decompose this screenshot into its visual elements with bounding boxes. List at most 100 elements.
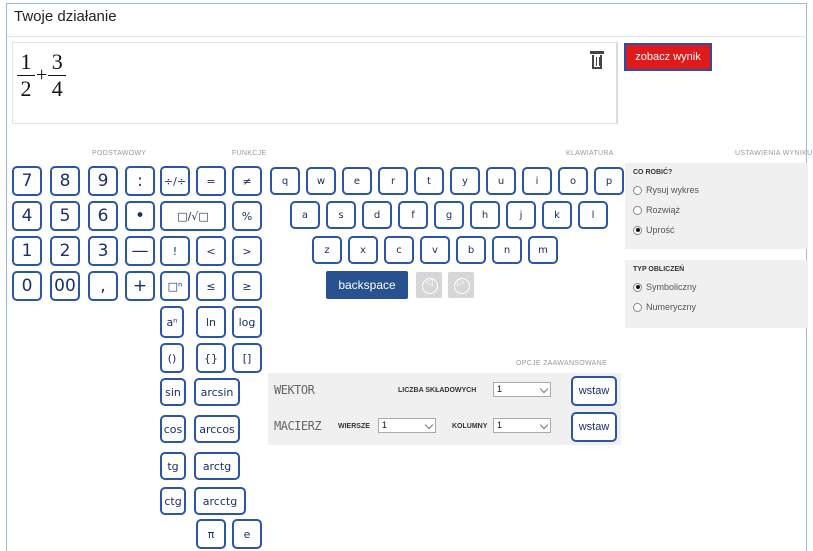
function-key[interactable]: cos (160, 415, 186, 443)
basic-key[interactable]: 6 (88, 201, 118, 231)
letter-key[interactable]: k (542, 201, 572, 229)
basic-key[interactable]: 00 (50, 271, 80, 301)
function-key[interactable]: = (196, 166, 226, 196)
letter-key[interactable]: i (522, 167, 552, 195)
radio-option[interactable]: Symboliczny (633, 277, 800, 297)
function-key[interactable]: sin (160, 378, 186, 406)
function-key[interactable]: □ⁿ (160, 271, 190, 301)
function-key[interactable]: ÷/÷ (160, 166, 190, 196)
expression-input[interactable]: 1 2 +3 4 (12, 42, 617, 124)
basic-key[interactable]: 7 (12, 166, 42, 196)
radio-button-icon[interactable] (633, 225, 642, 235)
matrix-insert-button[interactable]: wstaw (571, 412, 617, 442)
cursor-right-button[interactable]: ▷ (448, 272, 474, 298)
basic-key[interactable]: 5 (50, 201, 80, 231)
letter-key[interactable]: f (398, 201, 428, 229)
function-key[interactable]: ≠ (232, 166, 262, 196)
basic-key[interactable]: 4 (12, 201, 42, 231)
section-functions-label: FUNKCJE (232, 150, 267, 157)
basic-key[interactable]: 3 (88, 236, 118, 266)
trash-icon[interactable] (590, 51, 604, 69)
radio-option[interactable]: Uprość (633, 220, 800, 240)
radio-button-icon[interactable] (633, 302, 642, 312)
letter-key[interactable]: u (486, 167, 516, 195)
radio-button-icon[interactable] (633, 185, 642, 195)
function-key-label: > (242, 244, 252, 258)
radio-button-icon[interactable] (633, 282, 642, 292)
function-key[interactable]: ctg (160, 487, 186, 515)
basic-key[interactable]: + (125, 271, 155, 301)
function-key[interactable]: tg (160, 452, 186, 480)
function-key[interactable]: π (196, 519, 226, 549)
letter-key[interactable]: r (378, 167, 408, 195)
letter-key[interactable]: t (414, 167, 444, 195)
letter-key[interactable]: w (306, 167, 336, 195)
basic-key[interactable]: • (125, 201, 155, 231)
function-key[interactable]: ≤ (196, 271, 226, 301)
letter-key[interactable]: a (290, 201, 320, 229)
matrix-rows-select[interactable]: 1 (378, 418, 436, 433)
letter-key[interactable]: s (326, 201, 356, 229)
letter-key[interactable]: m (528, 236, 558, 264)
function-key[interactable]: arctg (194, 452, 240, 480)
cursor-left-button[interactable]: ◁ (416, 272, 442, 298)
basic-key[interactable]: 8 (50, 166, 80, 196)
function-key[interactable]: () (160, 343, 184, 373)
basic-key[interactable]: , (88, 271, 118, 301)
function-key[interactable]: > (232, 236, 262, 266)
letter-key[interactable]: b (456, 236, 486, 264)
letter-key[interactable]: x (348, 236, 378, 264)
show-result-button[interactable]: zobacz wynik (624, 43, 712, 71)
letter-key[interactable]: y (450, 167, 480, 195)
basic-key[interactable]: — (125, 236, 155, 266)
frac1-denominator: 2 (17, 75, 35, 102)
radio-option[interactable]: Numeryczny (633, 297, 800, 317)
vector-components-select[interactable]: 1 (493, 382, 551, 397)
letter-key[interactable]: h (470, 201, 500, 229)
letter-key[interactable]: o (558, 167, 588, 195)
letter-key[interactable]: e (342, 167, 372, 195)
function-key[interactable]: log (232, 306, 262, 338)
radio-option[interactable]: Rysuj wykres (633, 180, 800, 200)
function-key[interactable]: arcsin (194, 378, 240, 406)
radio-button-icon[interactable] (633, 205, 642, 215)
function-key[interactable]: □/√□ (160, 201, 226, 231)
matrix-cols-label: KOLUMNY (452, 423, 488, 430)
function-key-label: sin (165, 385, 181, 399)
letter-key[interactable]: z (312, 236, 342, 264)
letter-key[interactable]: v (420, 236, 450, 264)
function-key[interactable]: % (232, 201, 262, 231)
function-key[interactable]: ln (196, 306, 226, 338)
letter-key[interactable]: c (384, 236, 414, 264)
basic-key[interactable]: : (125, 166, 155, 196)
letter-key[interactable]: l (578, 201, 608, 229)
function-key-label: < (206, 244, 216, 258)
basic-key[interactable]: 0 (12, 271, 42, 301)
function-key[interactable]: [] (232, 343, 262, 373)
function-key[interactable]: {} (196, 343, 226, 373)
letter-key[interactable]: d (362, 201, 392, 229)
function-key[interactable]: e (232, 519, 262, 549)
basic-key[interactable]: 2 (50, 236, 80, 266)
function-key[interactable]: arcctg (194, 487, 246, 515)
letter-key-label: n (503, 244, 511, 256)
letter-key[interactable]: g (434, 201, 464, 229)
letter-key[interactable]: n (492, 236, 522, 264)
function-key[interactable]: ≥ (232, 271, 262, 301)
function-key-label: ÷/÷ (163, 174, 187, 188)
basic-key[interactable]: 9 (88, 166, 118, 196)
letter-key[interactable]: p (594, 167, 624, 195)
matrix-label: MACIERZ (274, 419, 322, 433)
matrix-cols-select[interactable]: 1 (493, 418, 551, 433)
radio-option[interactable]: Rozwiąż (633, 200, 800, 220)
backspace-button[interactable]: backspace (326, 271, 408, 299)
basic-key[interactable]: 1 (12, 236, 42, 266)
vector-insert-button[interactable]: wstaw (571, 376, 617, 406)
letter-key[interactable]: q (270, 167, 300, 195)
function-key[interactable]: ! (160, 236, 190, 266)
function-key-label: arctg (202, 459, 232, 473)
function-key[interactable]: arccos (194, 415, 240, 443)
function-key[interactable]: < (196, 236, 226, 266)
function-key[interactable]: aⁿ (160, 306, 184, 338)
letter-key[interactable]: j (506, 201, 536, 229)
